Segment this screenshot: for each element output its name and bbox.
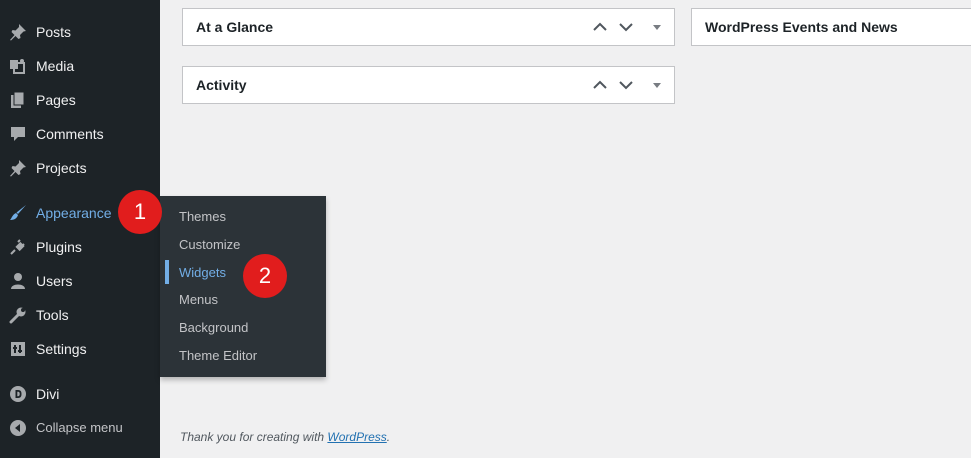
sidebar-item-label: Comments <box>36 126 104 142</box>
toggle-panel-icon[interactable] <box>649 78 665 92</box>
sidebar-item-projects[interactable]: Projects <box>0 151 160 185</box>
media-icon <box>9 57 27 75</box>
pin-icon <box>9 23 27 41</box>
collapse-menu-button[interactable]: Collapse menu <box>0 411 160 445</box>
sidebar-item-label: Divi <box>36 386 60 402</box>
sidebar-item-comments[interactable]: Comments <box>0 117 160 151</box>
widget-title: Activity <box>196 77 247 93</box>
move-down-icon[interactable] <box>618 78 634 92</box>
sidebar-item-posts[interactable]: Posts <box>0 15 160 49</box>
widget-activity: Activity <box>182 66 675 104</box>
sidebar-item-users[interactable]: Users <box>0 264 160 298</box>
sidebar-item-media[interactable]: Media <box>0 49 160 83</box>
wordpress-link[interactable]: WordPress <box>327 430 386 444</box>
sidebar-item-settings[interactable]: Settings <box>0 332 160 366</box>
step-badge-1: 1 <box>118 190 162 234</box>
collapse-icon <box>9 419 27 437</box>
sidebar-item-label: Tools <box>36 307 69 323</box>
divi-icon <box>9 385 27 403</box>
widget-title: WordPress Events and News <box>705 19 898 35</box>
comment-icon <box>9 125 27 143</box>
step-badge-2: 2 <box>243 254 287 298</box>
sidebar-item-label: Collapse menu <box>36 420 123 435</box>
submenu-item-widgets[interactable]: Widgets <box>179 265 226 281</box>
sidebar-item-label: Users <box>36 273 73 289</box>
plug-icon <box>9 238 27 256</box>
move-down-icon[interactable] <box>618 20 634 34</box>
sidebar-item-label: Projects <box>36 160 87 176</box>
wrench-icon <box>9 306 27 324</box>
pin-icon <box>9 159 27 177</box>
paintbrush-icon <box>9 204 27 222</box>
submenu-item-background[interactable]: Background <box>179 320 248 336</box>
sidebar-item-pages[interactable]: Pages <box>0 83 160 117</box>
widget-events-news: WordPress Events and News <box>691 8 971 46</box>
move-up-icon[interactable] <box>592 20 608 34</box>
move-up-icon[interactable] <box>592 78 608 92</box>
sidebar-item-label: Settings <box>36 341 87 357</box>
submenu-item-theme-editor[interactable]: Theme Editor <box>179 348 257 364</box>
sidebar-item-label: Posts <box>36 24 72 40</box>
sidebar-item-label: Plugins <box>36 239 82 255</box>
sidebar-item-tools[interactable]: Tools <box>0 298 160 332</box>
sidebar-item-divi[interactable]: Divi <box>0 377 160 411</box>
pages-icon <box>9 91 27 109</box>
sidebar-item-label: Media <box>36 58 75 74</box>
sidebar-item-label: Pages <box>36 92 76 108</box>
submenu-item-customize[interactable]: Customize <box>179 237 240 253</box>
sidebar-item-plugins[interactable]: Plugins <box>0 230 160 264</box>
sidebar-item-label: Appearance <box>36 205 112 221</box>
footer-prefix: Thank you for creating with <box>180 430 328 444</box>
submenu-item-themes[interactable]: Themes <box>179 209 226 225</box>
footer-text: Thank you for creating with WordPress. <box>180 430 390 444</box>
current-item-indicator <box>165 260 169 284</box>
appearance-submenu: Themes Customize Widgets Menus Backgroun… <box>160 196 326 377</box>
submenu-item-menus[interactable]: Menus <box>179 292 218 308</box>
toggle-panel-icon[interactable] <box>649 20 665 34</box>
widget-at-a-glance: At a Glance <box>182 8 675 46</box>
widget-title: At a Glance <box>196 19 274 35</box>
user-icon <box>9 272 27 290</box>
footer-suffix: . <box>386 430 391 444</box>
settings-icon <box>9 340 27 358</box>
